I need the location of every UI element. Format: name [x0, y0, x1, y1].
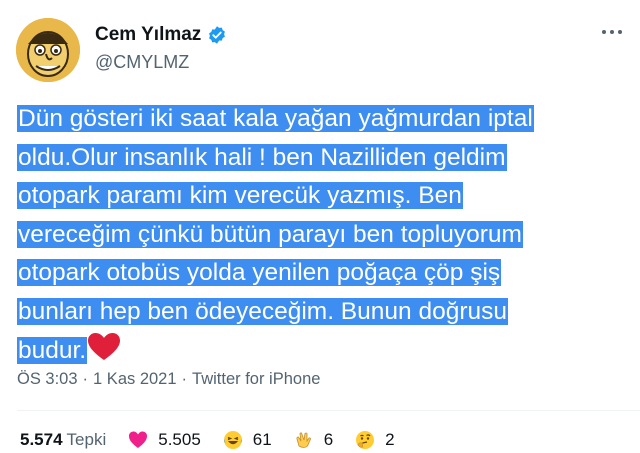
reaction-heart[interactable]: 5.505 — [128, 430, 201, 450]
red-heart-emoji-icon — [88, 332, 121, 360]
heart-emoji-icon — [129, 431, 148, 448]
reaction-count: 2 — [385, 430, 395, 449]
reactions-bar: 5.574 Tepki 5.505 61 6 2 — [20, 430, 417, 450]
verified-badge-icon — [209, 26, 226, 44]
tweet-line: Dün gösteri iki saat kala yağan yağmurda… — [17, 105, 534, 132]
reaction-laughing[interactable]: 61 — [223, 430, 272, 450]
reaction-total-label[interactable]: Tepki — [67, 430, 107, 450]
tweet-card: Cem Yılmaz @CMYLMZ Dün gösteri iki saat … — [0, 0, 640, 453]
reaction-count: 6 — [323, 430, 334, 449]
avatar[interactable] — [16, 18, 80, 82]
tweet-line: otopark otobüs yolda yenilen poğaça çöp … — [17, 259, 502, 287]
meta-separator: · — [82, 370, 89, 388]
tweet-line: otopark paramı kim verecük yazmış. Ben — [17, 182, 463, 210]
reaction-total-count[interactable]: 5.574 — [20, 430, 63, 450]
thinking-face-emoji-icon — [356, 431, 375, 449]
reaction-count: 5.505 — [158, 430, 201, 449]
tweet-source[interactable]: Twitter for iPhone — [192, 370, 320, 389]
tweet-date[interactable]: 1 Kas 2021 — [93, 370, 176, 389]
tweet-text: Dün gösteri iki saat kala yağan yağmurda… — [17, 100, 637, 370]
tweet-line: bunları hep ben ödeyeceğim. Bunun doğrus… — [17, 297, 508, 325]
laughing-emoji-icon — [223, 431, 242, 449]
divider — [17, 410, 640, 411]
tweet-line: oldu.Olur insanlık hali ! ben Nazilliden… — [17, 143, 507, 171]
tweet-time[interactable]: ÖS 3:03 — [17, 370, 78, 389]
tweet-line: budur. — [17, 336, 88, 364]
tweet-meta: ÖS 3:03 · 1 Kas 2021 · Twitter for iPhon… — [17, 370, 320, 389]
reaction-thinking[interactable]: 2 — [355, 430, 395, 450]
user-handle[interactable]: @CMYLMZ — [95, 52, 189, 73]
more-options-icon[interactable] — [602, 30, 622, 34]
reaction-clapping[interactable]: 6 — [294, 430, 333, 450]
tweet-line: vereceğim çünkü bütün parayı ben topluyo… — [17, 220, 523, 248]
reaction-count: 61 — [252, 430, 272, 449]
clapping-hands-emoji-icon — [296, 432, 311, 448]
meta-separator: · — [181, 370, 188, 388]
cartoon-face-avatar-icon — [16, 18, 80, 82]
name-row: Cem Yılmaz — [95, 24, 227, 46]
display-name[interactable]: Cem Yılmaz — [95, 24, 201, 46]
